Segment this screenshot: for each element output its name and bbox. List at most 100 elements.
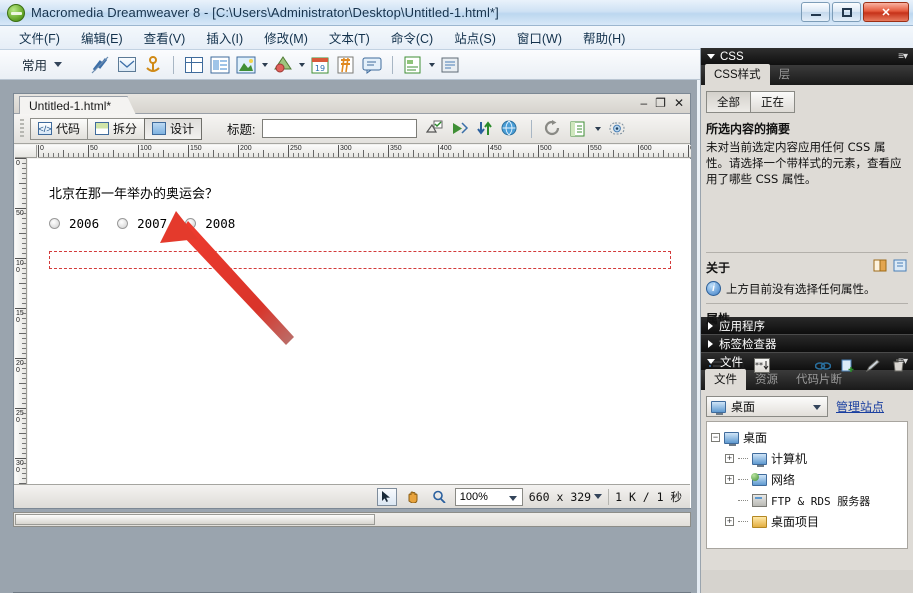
menu-insert[interactable]: 插入(I) xyxy=(197,25,252,50)
radio-2006[interactable] xyxy=(49,218,60,229)
tab-assets[interactable]: 资源 xyxy=(746,369,787,390)
css-panel-header[interactable]: CSS ≡▾ xyxy=(701,48,913,65)
document-window: Untitled-1.html* – ❐ ✕ </> 代码 拆分 设计 标题: … xyxy=(13,93,691,509)
menu-modify[interactable]: 修改(M) xyxy=(255,25,317,50)
expand-triangle-icon[interactable] xyxy=(708,321,713,330)
scrollbar-thumb[interactable] xyxy=(15,514,375,525)
design-canvas[interactable]: 北京在那一年举办的奥运会？ 2006 2007 2008 xyxy=(28,159,691,508)
email-link-icon[interactable] xyxy=(116,55,138,75)
show-info-icon[interactable] xyxy=(873,259,888,276)
radio-label-2007: 2007 xyxy=(137,216,168,231)
hand-tool-icon[interactable] xyxy=(403,488,423,506)
panel-tag-inspector[interactable]: 标签检查器 xyxy=(701,335,913,353)
menu-view[interactable]: 查看(V) xyxy=(135,25,195,50)
menu-commands[interactable]: 命令(C) xyxy=(382,25,442,50)
file-management-icon[interactable] xyxy=(425,120,444,138)
menu-edit[interactable]: 编辑(E) xyxy=(72,25,132,50)
tab-css-styles[interactable]: CSS样式 xyxy=(705,64,770,85)
document-close-button[interactable]: ✕ xyxy=(674,96,684,110)
edit-style-icon[interactable] xyxy=(865,358,881,373)
table-icon[interactable] xyxy=(183,55,205,75)
radio-2008[interactable] xyxy=(185,218,197,229)
horizontal-scrollbar[interactable] xyxy=(13,512,691,527)
collapse-triangle-icon[interactable] xyxy=(707,359,715,364)
tree-node-desktop-items[interactable]: + 桌面项目 xyxy=(711,511,903,532)
media-menu-chevron-icon[interactable] xyxy=(299,62,306,67)
tree-node-ftp-rds[interactable]: FTP & RDS 服务器 xyxy=(711,490,903,511)
document-restore-button[interactable]: ❐ xyxy=(655,96,666,110)
media-icon[interactable] xyxy=(272,55,294,75)
collapse-triangle-icon[interactable] xyxy=(707,54,715,59)
maximize-button[interactable] xyxy=(832,2,861,22)
tree-expander-icon[interactable]: + xyxy=(725,454,734,463)
toolbar-divider-2 xyxy=(392,55,394,74)
network-icon xyxy=(751,472,767,486)
menu-text[interactable]: 文本(T) xyxy=(320,25,379,50)
menu-site[interactable]: 站点(S) xyxy=(445,25,505,50)
tree-node-desktop[interactable]: − 桌面 xyxy=(711,427,903,448)
toggle-current-mode[interactable]: 正在 xyxy=(750,91,795,113)
tab-snippets[interactable]: 代码片断 xyxy=(787,369,851,390)
minimize-button[interactable] xyxy=(801,2,830,22)
reload-icon[interactable] xyxy=(544,119,562,138)
comment-icon[interactable] xyxy=(361,55,383,75)
template-menu-chevron-icon[interactable] xyxy=(429,62,436,67)
view-options-globe-icon[interactable] xyxy=(501,120,519,138)
document-window-controls: – ❐ ✕ xyxy=(640,96,684,110)
document-minimize-button[interactable]: – xyxy=(640,96,647,110)
tree-node-network[interactable]: + 网络 xyxy=(711,469,903,490)
select-tool-icon[interactable] xyxy=(376,487,397,506)
code-view-button[interactable]: </> 代码 xyxy=(30,117,89,140)
about-section-row: i 上方目前没有选择任何属性。 xyxy=(706,278,908,300)
menu-file[interactable]: 文件(F) xyxy=(10,25,69,50)
refresh-design-icon[interactable] xyxy=(476,120,494,138)
menu-bar: 文件(F) 编辑(E) 查看(V) 插入(I) 修改(M) 文本(T) 命令(C… xyxy=(0,26,913,50)
validate-markup-icon[interactable] xyxy=(608,120,626,138)
tree-node-computer[interactable]: + 计算机 xyxy=(711,448,903,469)
design-view-button[interactable]: 设计 xyxy=(144,117,203,140)
tree-expander-icon[interactable]: − xyxy=(711,433,720,442)
zoom-level-select[interactable]: 100% xyxy=(454,487,523,506)
visual-aids-icon[interactable] xyxy=(569,120,587,138)
named-anchor-icon[interactable] xyxy=(142,55,164,75)
template-icon[interactable] xyxy=(402,55,424,75)
form-outline[interactable] xyxy=(49,251,671,269)
insert-div-icon[interactable] xyxy=(209,55,231,75)
show-cascade-icon[interactable] xyxy=(893,259,908,276)
tab-layers[interactable]: 层 xyxy=(770,64,800,85)
visual-aids-chevron-icon[interactable] xyxy=(594,126,601,131)
page-title-input[interactable] xyxy=(261,119,417,138)
code-view-icon: </> xyxy=(38,122,52,135)
panel-applications[interactable]: 应用程序 xyxy=(701,317,913,335)
zoom-tool-icon[interactable] xyxy=(429,488,449,506)
site-select[interactable]: 桌面 xyxy=(706,396,828,417)
insert-category-selector[interactable]: 常用 xyxy=(22,55,63,74)
window-size-value: 660 x 329 xyxy=(528,489,592,504)
radio-2007[interactable] xyxy=(117,218,129,229)
menu-help[interactable]: 帮助(H) xyxy=(574,25,634,50)
close-button[interactable]: ✕ xyxy=(863,2,909,22)
tree-expander-icon[interactable]: + xyxy=(725,517,734,526)
document-tab[interactable]: Untitled-1.html* xyxy=(19,96,137,115)
about-section-title: 关于 xyxy=(706,261,731,275)
window-size-display[interactable]: 660 x 329 xyxy=(528,489,603,504)
panel-options-menu-icon[interactable]: ≡▾ xyxy=(898,356,908,367)
hyperlink-icon[interactable] xyxy=(90,55,112,75)
toggle-all-mode[interactable]: 全部 xyxy=(706,91,751,113)
design-view-label: 设计 xyxy=(170,122,195,136)
manage-sites-link[interactable]: 管理站点 xyxy=(836,398,884,415)
image-icon[interactable] xyxy=(235,55,257,75)
preview-browser-icon[interactable] xyxy=(451,120,469,138)
server-side-include-icon[interactable] xyxy=(335,55,357,75)
menu-window[interactable]: 窗口(W) xyxy=(508,25,571,50)
expand-triangle-icon[interactable] xyxy=(708,339,713,348)
toolbar-grip[interactable] xyxy=(20,118,24,139)
tab-files[interactable]: 文件 xyxy=(705,369,746,390)
window-title: Macromedia Dreamweaver 8 - [C:\Users\Adm… xyxy=(31,5,499,20)
image-menu-chevron-icon[interactable] xyxy=(262,62,269,67)
tag-chooser-icon[interactable] xyxy=(439,55,461,75)
tree-expander-icon[interactable]: + xyxy=(725,475,734,484)
panel-options-menu-icon[interactable]: ≡▾ xyxy=(898,51,908,62)
date-icon[interactable]: 19 xyxy=(309,55,331,75)
split-view-button[interactable]: 拆分 xyxy=(87,117,146,140)
